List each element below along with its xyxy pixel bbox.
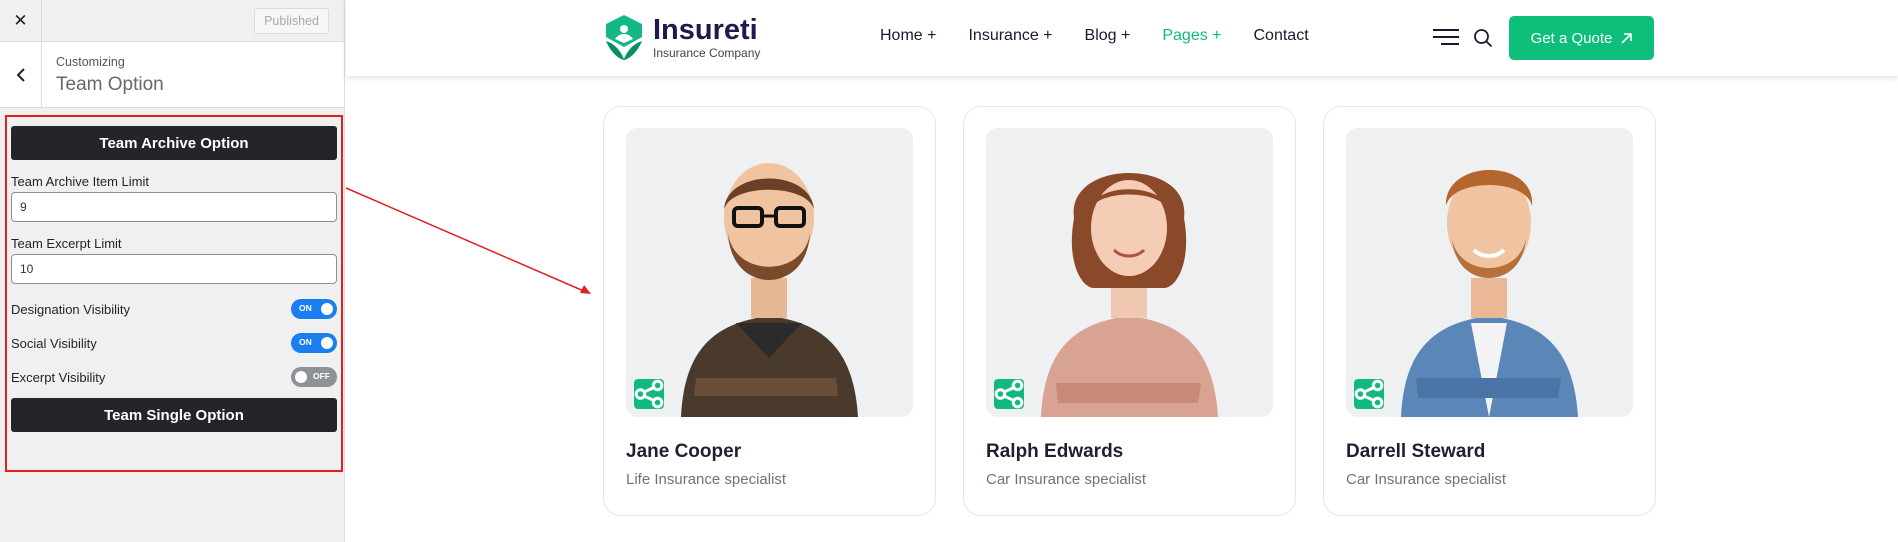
team-single-option-button[interactable]: Team Single Option (11, 398, 337, 432)
member-photo (626, 128, 913, 417)
share-icon (634, 379, 664, 409)
team-card[interactable]: Darrell Steward Car Insurance specialist (1323, 106, 1656, 516)
nav-item-contact[interactable]: Contact (1254, 27, 1309, 45)
screen: ✕ Published Customizing Team Option Team… (0, 0, 1898, 542)
person-illustration (1041, 173, 1218, 417)
share-button[interactable] (1354, 379, 1384, 409)
shield-leaf-icon (606, 15, 642, 60)
social-visibility-row: Social Visibility ON (11, 326, 337, 360)
team-options-panel: Team Archive Option Team Archive Item Li… (5, 115, 343, 472)
back-button[interactable] (0, 42, 42, 107)
team-card[interactable]: Jane Cooper Life Insurance specialist (603, 106, 936, 516)
customizer-sidebar: ✕ Published Customizing Team Option Team… (0, 0, 345, 542)
close-icon[interactable]: ✕ (0, 0, 42, 42)
logo-tagline: Insurance Company (653, 45, 761, 60)
member-photo (986, 128, 1273, 417)
archive-limit-label: Team Archive Item Limit (11, 174, 149, 189)
quote-button-label: Get a Quote (1530, 29, 1613, 47)
section-heading: Customizing Team Option (42, 42, 178, 107)
member-name[interactable]: Ralph Edwards (986, 441, 1123, 463)
share-icon (1354, 379, 1384, 409)
member-name[interactable]: Darrell Steward (1346, 441, 1485, 463)
team-card[interactable]: Ralph Edwards Car Insurance specialist (963, 106, 1296, 516)
member-role: Life Insurance specialist (626, 471, 787, 488)
nav-item-insurance[interactable]: Insurance + (968, 27, 1052, 45)
hamburger-menu-icon[interactable] (1433, 28, 1459, 46)
excerpt-visibility-toggle[interactable]: OFF (291, 367, 337, 387)
logo-name: Insureti (653, 13, 758, 46)
logo-text: Insureti Insurance Company (653, 15, 760, 60)
member-photo (1346, 128, 1633, 417)
published-button[interactable]: Published (254, 7, 329, 34)
designation-visibility-row: Designation Visibility ON (11, 292, 337, 326)
person-illustration (1401, 170, 1578, 417)
customizer-topbar: ✕ Published (0, 0, 344, 42)
main-nav: Home + Insurance + Blog + Pages + Contac… (880, 27, 1309, 45)
excerpt-visibility-row: Excerpt Visibility OFF (11, 360, 337, 394)
share-icon (994, 379, 1024, 409)
team-archive-option-button[interactable]: Team Archive Option (11, 126, 337, 160)
share-button[interactable] (994, 379, 1024, 409)
site-header: Insureti Insurance Company Home + Insura… (346, 0, 1898, 76)
archive-limit-input[interactable] (11, 192, 337, 222)
breadcrumb: Customizing (56, 55, 125, 69)
excerpt-limit-input[interactable] (11, 254, 337, 284)
nav-item-pages[interactable]: Pages + (1162, 27, 1221, 45)
site-logo[interactable]: Insureti Insurance Company (603, 13, 760, 61)
member-role: Car Insurance specialist (986, 471, 1147, 488)
designation-visibility-toggle[interactable]: ON (291, 299, 337, 319)
chevron-left-icon (16, 67, 25, 82)
toggle-label: Excerpt Visibility (11, 369, 106, 385)
visibility-toggles: Designation Visibility ON Social Visibil… (11, 292, 337, 394)
nav-item-blog[interactable]: Blog + (1085, 27, 1131, 45)
toggle-label: Social Visibility (11, 335, 97, 351)
site-preview: Insureti Insurance Company Home + Insura… (346, 0, 1898, 542)
section-header: Customizing Team Option (0, 42, 344, 108)
share-button[interactable] (634, 379, 664, 409)
member-role: Car Insurance specialist (1346, 471, 1507, 488)
nav-item-home[interactable]: Home + (880, 27, 936, 45)
section-title: Team Option (56, 74, 164, 95)
social-visibility-toggle[interactable]: ON (291, 333, 337, 353)
person-illustration (681, 163, 858, 417)
get-a-quote-button[interactable]: Get a Quote (1509, 16, 1654, 60)
arrow-up-right-icon (1621, 32, 1633, 44)
search-icon[interactable] (1473, 28, 1493, 48)
toggle-label: Designation Visibility (11, 301, 130, 317)
excerpt-limit-label: Team Excerpt Limit (11, 236, 122, 251)
member-name[interactable]: Jane Cooper (626, 441, 741, 463)
